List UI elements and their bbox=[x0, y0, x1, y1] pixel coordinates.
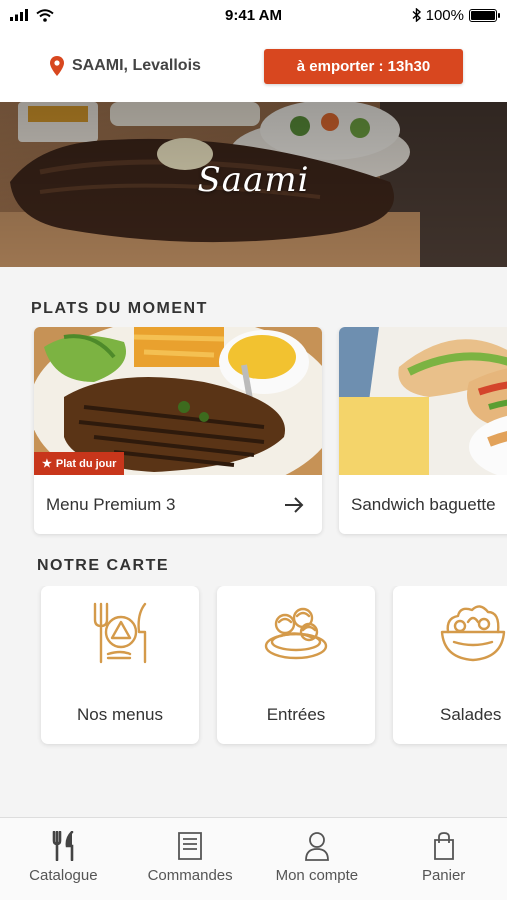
dish-name: Menu Premium 3 bbox=[46, 494, 176, 514]
category-card-salades[interactable]: Salades bbox=[393, 586, 507, 744]
restaurant-logo: Saami bbox=[197, 160, 310, 200]
salad-bowl-icon bbox=[393, 602, 507, 662]
tab-label: Catalogue bbox=[29, 867, 98, 884]
signal-icon bbox=[10, 9, 28, 21]
header: SAAMI, Levallois à emporter : 13h30 bbox=[0, 30, 507, 102]
arrow-right-icon[interactable] bbox=[284, 496, 304, 513]
cutlery-icon bbox=[52, 830, 74, 862]
wifi-icon bbox=[36, 8, 54, 22]
tab-mon-compte[interactable]: Mon compte bbox=[254, 818, 381, 900]
receipt-icon bbox=[177, 830, 203, 862]
hero-banner: Saami bbox=[0, 102, 507, 267]
dish-footer: Sandwich baguette bbox=[339, 475, 507, 534]
category-label: Entrées bbox=[266, 705, 326, 724]
starter-platter-icon bbox=[217, 602, 375, 662]
dish-card-premium[interactable]: ★ Plat du jour Menu Premium 3 bbox=[34, 327, 322, 534]
status-bar: 9:41 AM 100% bbox=[0, 0, 507, 30]
tab-label: Commandes bbox=[147, 867, 233, 884]
tab-label: Panier bbox=[421, 867, 466, 884]
tab-catalogue[interactable]: Catalogue bbox=[0, 818, 127, 900]
tab-panier[interactable]: Panier bbox=[380, 818, 507, 900]
status-right: 100% bbox=[412, 6, 500, 24]
user-icon bbox=[304, 830, 330, 862]
star-icon: ★ bbox=[42, 458, 52, 470]
tab-label: Mon compte bbox=[275, 867, 359, 884]
location-label: SAAMI, Levallois bbox=[72, 57, 201, 74]
cutlery-plate-icon bbox=[41, 602, 199, 664]
battery-icon bbox=[469, 8, 500, 22]
category-card-entrees[interactable]: Entrées bbox=[217, 586, 375, 744]
category-label: Nos menus bbox=[77, 705, 163, 724]
badge-label: Plat du jour bbox=[55, 457, 117, 470]
bluetooth-icon bbox=[412, 8, 421, 22]
bag-icon bbox=[433, 830, 455, 862]
location-selector[interactable]: SAAMI, Levallois bbox=[50, 56, 201, 76]
takeaway-time-button[interactable]: à emporter : 13h30 bbox=[264, 48, 463, 84]
dish-card-sandwich[interactable]: Sandwich baguette bbox=[339, 327, 507, 534]
daily-special-badge: ★ Plat du jour bbox=[34, 452, 125, 475]
category-card-menus[interactable]: Nos menus bbox=[41, 586, 199, 744]
battery-fill bbox=[471, 10, 495, 20]
category-label: Salades bbox=[440, 705, 502, 724]
section-title-dishes: PLATS DU MOMENT bbox=[31, 300, 208, 317]
menu-carousel[interactable]: Nos menus Entrées Salades bbox=[0, 586, 507, 750]
section-title-menu: NOTRE CARTE bbox=[37, 557, 170, 574]
location-pin-icon bbox=[50, 56, 64, 76]
tab-commandes[interactable]: Commandes bbox=[127, 818, 254, 900]
dish-name: Sandwich baguette bbox=[351, 494, 496, 514]
dish-footer: Menu Premium 3 bbox=[34, 475, 322, 534]
battery-percent: 100% bbox=[425, 6, 464, 24]
tab-bar: Catalogue Commandes Mon compte Panier bbox=[0, 817, 507, 900]
status-left bbox=[10, 8, 54, 22]
dishes-carousel[interactable]: ★ Plat du jour Menu Premium 3 Sandwich b… bbox=[0, 327, 507, 539]
dish-image bbox=[339, 327, 507, 475]
dish-image: ★ Plat du jour bbox=[34, 327, 322, 475]
